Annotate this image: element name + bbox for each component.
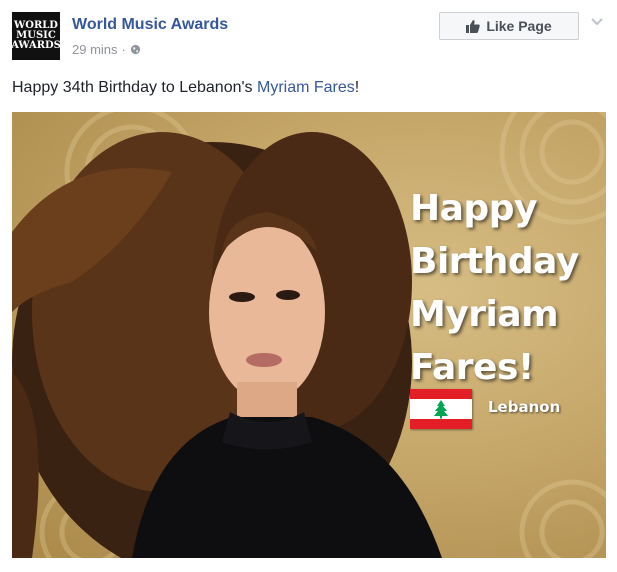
post-text-lead: Happy 34th Birthday to Lebanon's	[12, 79, 257, 96]
post-text-tail: !	[354, 79, 360, 96]
chevron-down-icon[interactable]	[589, 14, 605, 30]
lebanon-flag-icon	[410, 389, 472, 429]
post-meta: 29 mins ·	[72, 42, 141, 57]
post-photo[interactable]: Happy Birthday Myriam Fares! Lebanon	[12, 112, 606, 558]
thumbs-up-icon	[466, 20, 481, 33]
headline-line-2: Birthday	[410, 241, 579, 282]
mention-link[interactable]: Myriam Fares	[257, 79, 355, 96]
like-page-label: Like Page	[486, 18, 552, 34]
post-header: WORLD MUSIC AWARDS World Music Awards 29…	[11, 12, 605, 60]
page-name-link[interactable]: World Music Awards	[72, 16, 228, 34]
headline-line-4: Fares!	[410, 347, 534, 388]
like-page-button[interactable]: Like Page	[439, 12, 579, 40]
post-timestamp[interactable]: 29 mins	[72, 42, 118, 57]
headline-line-3: Myriam	[410, 294, 559, 335]
post-message: Happy 34th Birthday to Lebanon's Myriam …	[12, 79, 359, 97]
globe-icon[interactable]	[130, 44, 141, 55]
portrait-figure	[12, 132, 442, 558]
meta-separator: ·	[121, 42, 126, 57]
headline-line-1: Happy	[410, 188, 537, 229]
avatar-line-3: AWARDS	[11, 40, 61, 51]
country-label: Lebanon	[488, 398, 561, 416]
image-headline: Happy Birthday Myriam Fares!	[410, 182, 600, 394]
page-avatar[interactable]: WORLD MUSIC AWARDS	[11, 12, 61, 60]
